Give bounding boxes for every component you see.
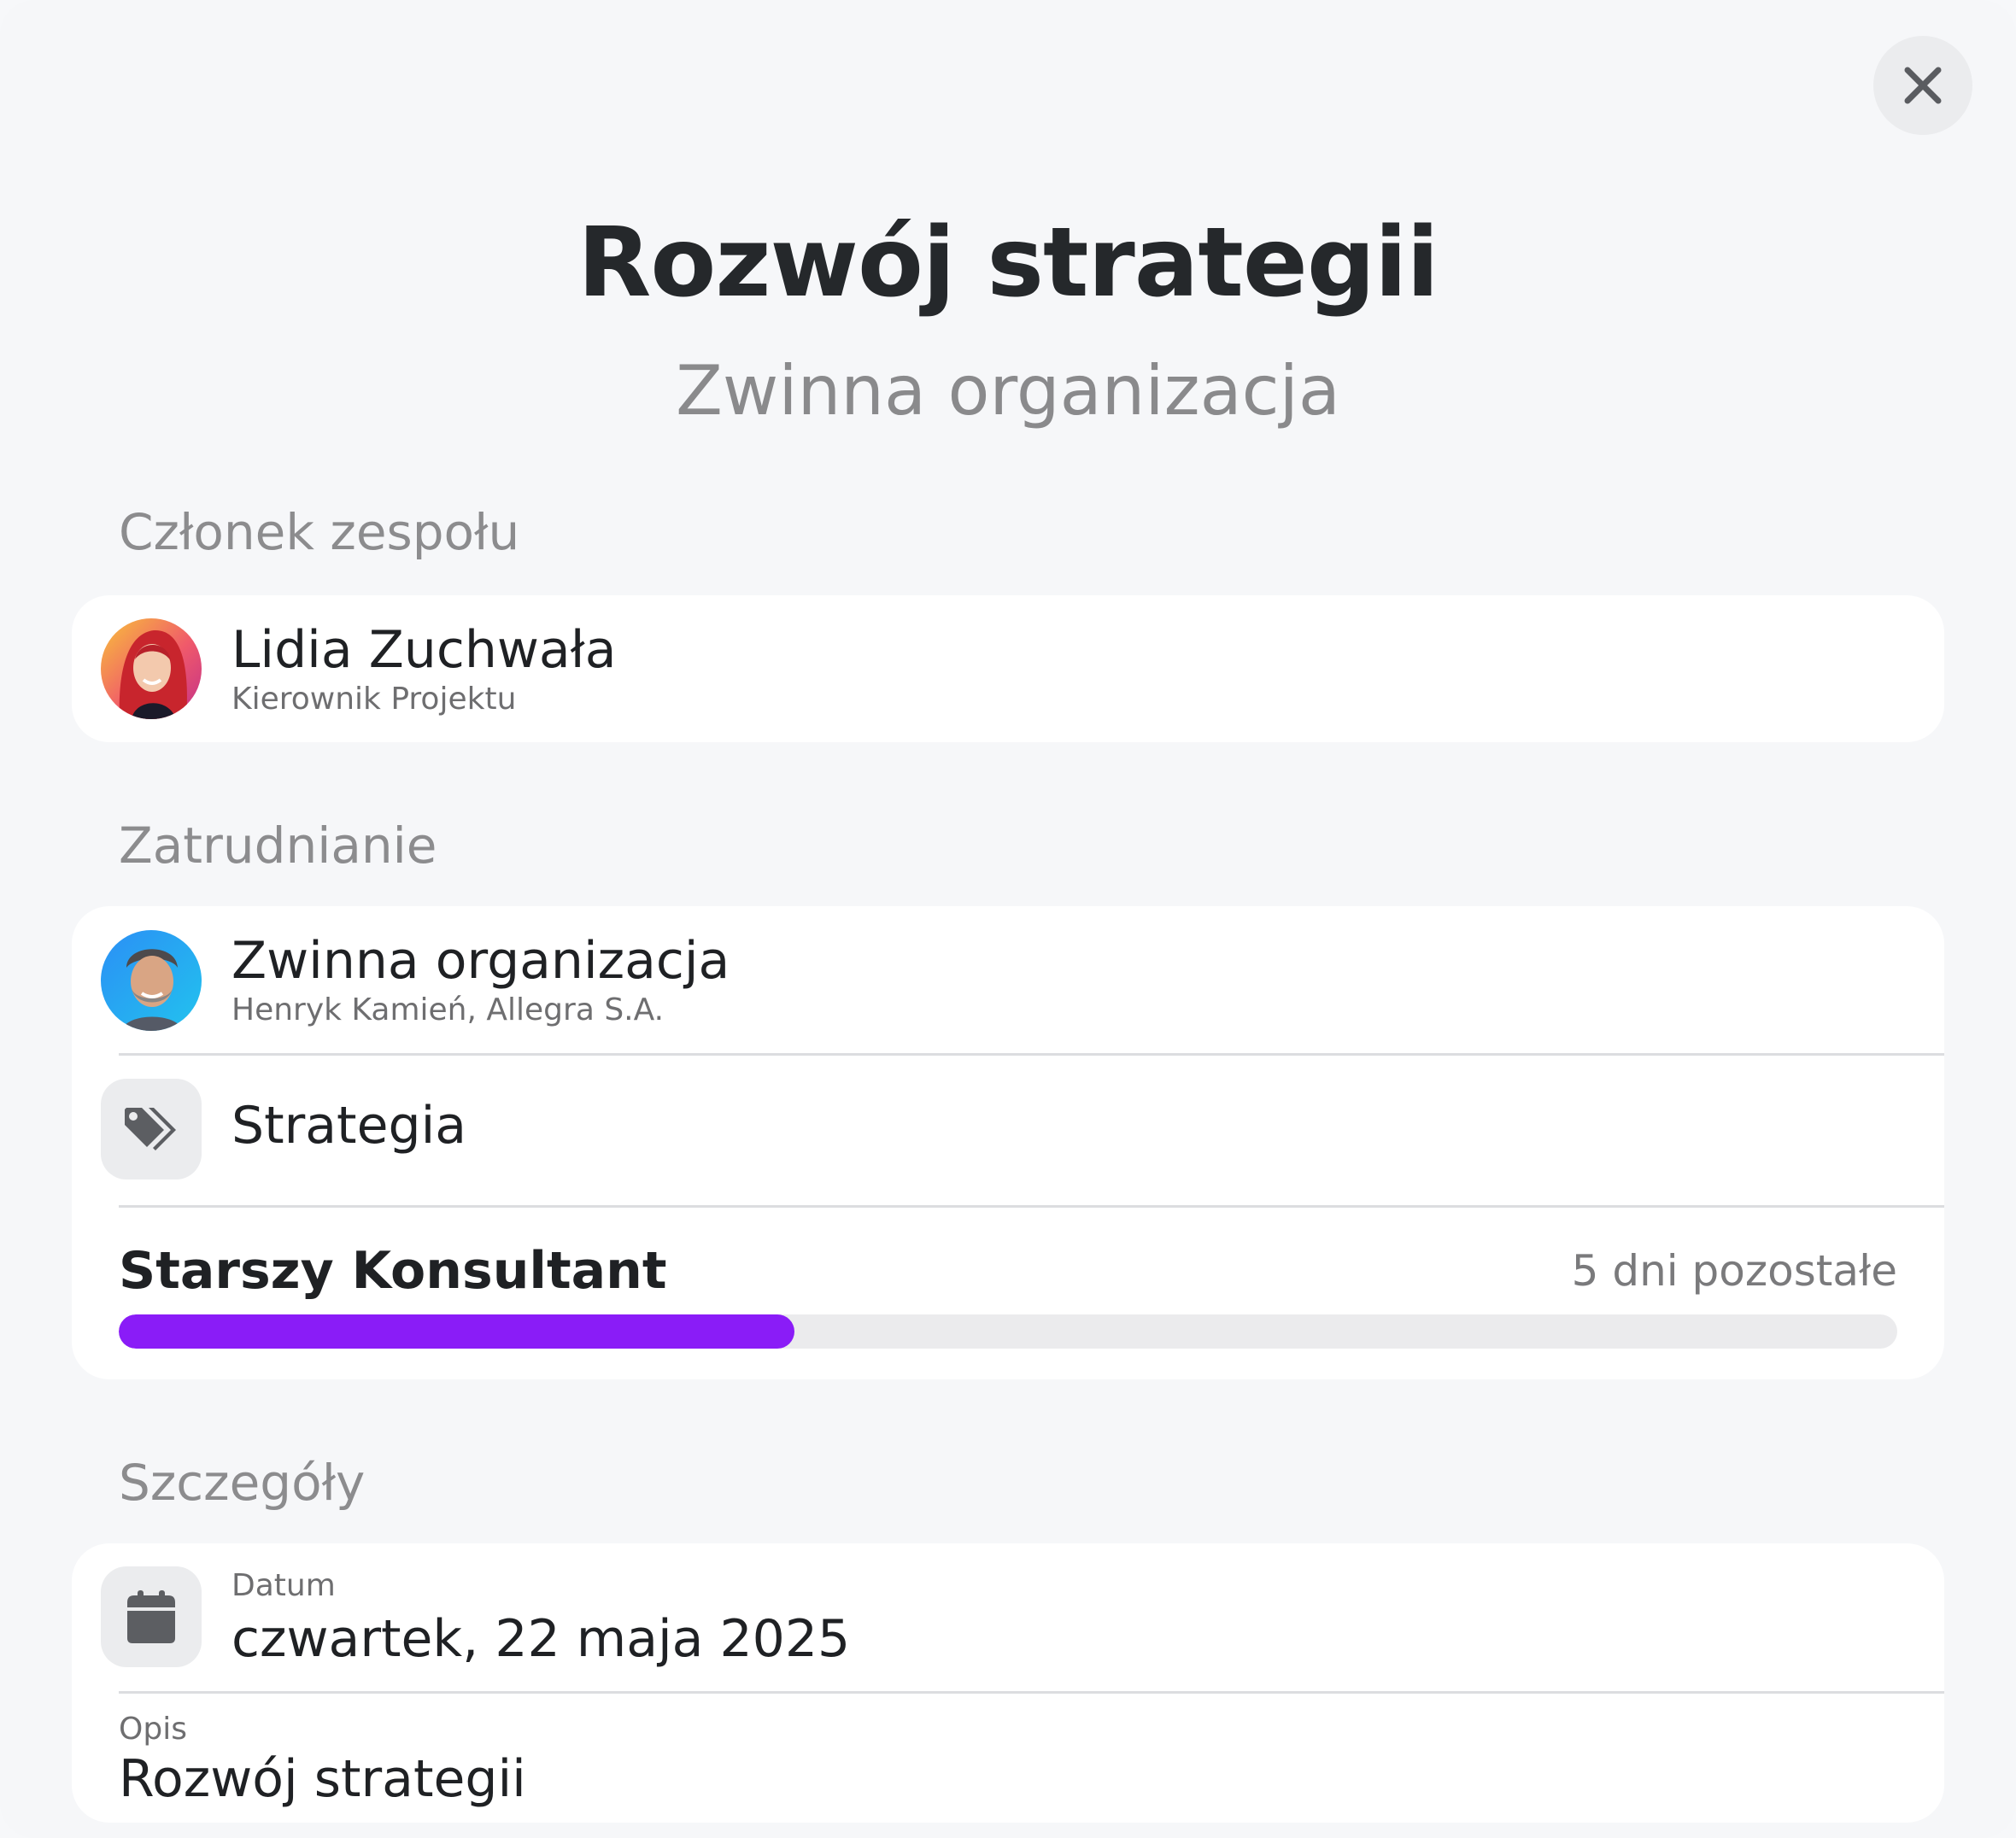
progress-bar [119,1314,1897,1349]
date-label: Datum [231,1568,336,1603]
section-label-employment: Zatrudnianie [119,817,437,875]
close-button[interactable] [1873,36,1972,135]
modal-sheet: Rozwój strategii Zwinna organizacja Czło… [0,0,2016,1838]
category-label: Strategia [231,1096,467,1156]
close-icon [1904,67,1942,104]
progress-bar-fill [119,1314,795,1349]
employment-card: Zwinna organizacja Henryk Kamień, Allegr… [72,906,1944,1379]
position-title: Starszy Konsultant [119,1241,667,1301]
company-detail: Henryk Kamień, Allegra S.A. [231,992,665,1027]
remaining-days: 5 dni pozostałe [1571,1246,1897,1296]
details-card: Datum czwartek, 22 maja 2025 Opis Rozwój… [72,1543,1944,1823]
calendar-icon [127,1590,175,1643]
divider [119,1691,1944,1694]
description-label: Opis [119,1712,187,1747]
section-label-details: Szczegóły [119,1454,366,1512]
tag-icon [125,1108,176,1150]
category-icon-box [101,1079,202,1179]
page-title: Rozwój strategii [577,208,1439,319]
section-label-team-member: Członek zespołu [119,503,520,561]
team-member-name: Lidia Zuchwała [231,620,617,680]
company-name: Zwinna organizacja [231,931,730,991]
company-row[interactable]: Zwinna organizacja Henryk Kamień, Allegr… [72,906,1944,1053]
team-member-role: Kierownik Projektu [231,682,517,717]
page-subtitle: Zwinna organizacja [676,351,1340,430]
date-row[interactable]: Datum czwartek, 22 maja 2025 [72,1543,1944,1691]
avatar [101,930,202,1031]
date-icon-box [101,1566,202,1667]
description-value: Rozwój strategii [119,1749,526,1809]
team-member-card[interactable]: Lidia Zuchwała Kierownik Projektu [72,595,1944,742]
avatar [101,618,202,719]
date-value: czwartek, 22 maja 2025 [231,1609,851,1669]
divider [119,1205,1944,1208]
category-row[interactable]: Strategia [72,1056,1944,1205]
